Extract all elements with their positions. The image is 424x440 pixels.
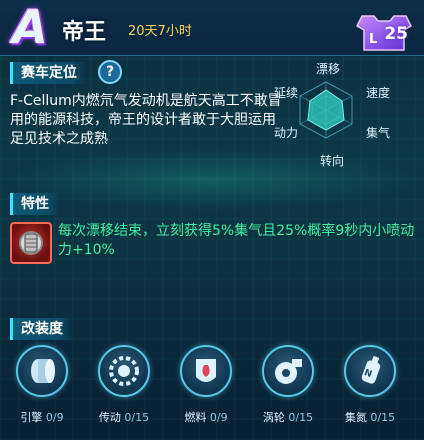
mod-item-turbo[interactable]: 涡轮 0/15 [256,345,320,437]
grade-badge: A [12,0,48,54]
mod-item-fuel[interactable]: 燃料 0/9 [174,345,238,437]
mod-item-engine[interactable]: 引擎 0/9 [10,345,74,437]
header-bar: A 帝王 20天7小时 L 25 [0,0,424,56]
mod-item-transmission[interactable]: 传动 0/15 [92,345,156,437]
stat-label-speed: 速度 [366,86,391,100]
trait-section-title: 特性 [10,193,59,215]
modification-section-title: 改装度 [10,318,73,340]
mod-transmission-name: 传动 [98,411,121,424]
engine-part-icon [10,222,52,264]
level-badge: L 25 [356,12,412,52]
mod-engine-name: 引擎 [20,411,43,424]
stat-label-endurance: 延续 [274,86,299,100]
stat-label-power: 动力 [274,126,299,140]
level-number: 25 [384,24,408,44]
duration-text: 20天7小时 [128,24,192,39]
trait-description: 每次漂移结束，立刻获得5%集气且25%概率9秒内小喷动力+10% [58,223,415,258]
mod-turbo-name: 涡轮 [262,411,285,424]
engine-icon [16,345,68,397]
stat-label-boost: 集气 [366,126,391,140]
stat-label-steering: 转向 [320,154,345,168]
mod-fuel-name: 燃料 [184,411,207,424]
positioning-description: F-Cellum内燃氘气发动机是航天高工不敢冒用的能源科技，帝王的设计者敢于大胆… [10,93,282,147]
car-name: 帝王 [62,20,107,45]
nitrogen-icon: N [344,345,396,397]
mod-transmission-value: 0/15 [124,411,150,424]
mod-nitrogen-value: 0/15 [370,411,396,424]
mod-engine-value: 0/9 [45,411,64,424]
help-button[interactable]: ? [98,60,122,84]
positioning-section-title: 赛车定位 [10,62,87,84]
transmission-icon [98,345,150,397]
mod-item-nitrogen[interactable]: N 集氮 0/15 [338,345,402,437]
turbo-icon [262,345,314,397]
mod-turbo-value: 0/15 [288,411,314,424]
mod-fuel-value: 0/9 [209,411,228,424]
stat-label-drift: 漂移 [316,62,341,76]
fuel-icon [180,345,232,397]
mod-nitrogen-name: 集氮 [344,411,367,424]
stats-radar: 漂移 速度 集气 转向 动力 延续 [262,56,424,168]
